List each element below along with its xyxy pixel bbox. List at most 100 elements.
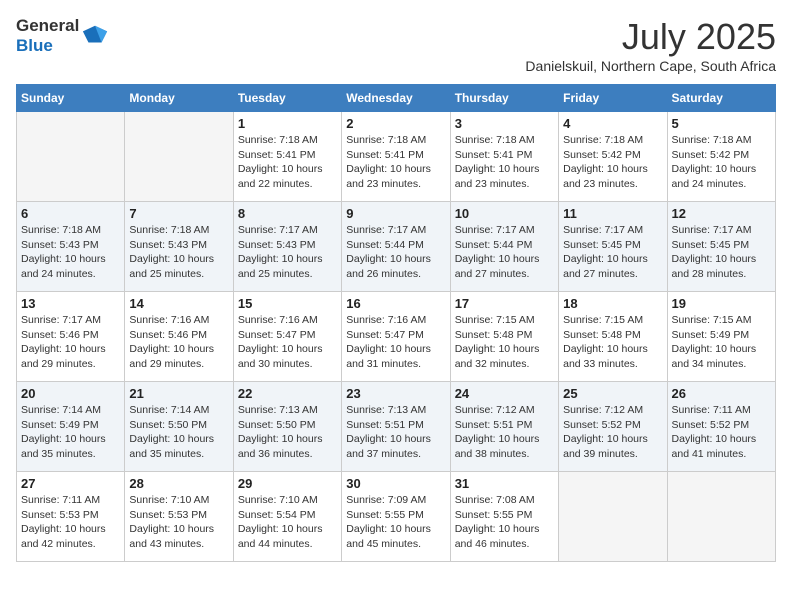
calendar-cell: 12 Sunrise: 7:17 AM Sunset: 5:45 PM Dayli… [667, 202, 775, 292]
title-block: July 2025 Danielskuil, Northern Cape, So… [525, 16, 776, 74]
calendar-cell: 25 Sunrise: 7:12 AM Sunset: 5:52 PM Dayli… [559, 382, 667, 472]
day-info: Sunrise: 7:18 AM Sunset: 5:42 PM Dayligh… [563, 133, 662, 192]
day-info: Sunrise: 7:16 AM Sunset: 5:46 PM Dayligh… [129, 313, 228, 372]
day-info: Sunrise: 7:15 AM Sunset: 5:48 PM Dayligh… [455, 313, 554, 372]
calendar-cell: 26 Sunrise: 7:11 AM Sunset: 5:52 PM Dayli… [667, 382, 775, 472]
day-info: Sunrise: 7:17 AM Sunset: 5:45 PM Dayligh… [672, 223, 771, 282]
day-info: Sunrise: 7:17 AM Sunset: 5:44 PM Dayligh… [455, 223, 554, 282]
calendar-cell [17, 112, 125, 202]
day-info: Sunrise: 7:10 AM Sunset: 5:53 PM Dayligh… [129, 493, 228, 552]
day-info: Sunrise: 7:17 AM Sunset: 5:45 PM Dayligh… [563, 223, 662, 282]
day-info: Sunrise: 7:18 AM Sunset: 5:41 PM Dayligh… [455, 133, 554, 192]
calendar-cell: 16 Sunrise: 7:16 AM Sunset: 5:47 PM Dayli… [342, 292, 450, 382]
calendar-week-row: 6 Sunrise: 7:18 AM Sunset: 5:43 PM Daylig… [17, 202, 776, 292]
day-number: 18 [563, 296, 662, 311]
logo-general: General [16, 16, 79, 36]
day-number: 13 [21, 296, 120, 311]
day-info: Sunrise: 7:14 AM Sunset: 5:49 PM Dayligh… [21, 403, 120, 462]
calendar-cell: 29Sunrise: 7:10 AM Sunset: 5:54 PM Dayli… [233, 472, 341, 562]
day-info: Sunrise: 7:13 AM Sunset: 5:50 PM Dayligh… [238, 403, 337, 462]
day-info: Sunrise: 7:15 AM Sunset: 5:48 PM Dayligh… [563, 313, 662, 372]
calendar-cell: 14 Sunrise: 7:16 AM Sunset: 5:46 PM Dayli… [125, 292, 233, 382]
calendar-cell: 15 Sunrise: 7:16 AM Sunset: 5:47 PM Dayli… [233, 292, 341, 382]
calendar-cell: 7 Sunrise: 7:18 AM Sunset: 5:43 PM Daylig… [125, 202, 233, 292]
calendar-table: SundayMondayTuesdayWednesdayThursdayFrid… [16, 84, 776, 562]
calendar-cell: 9 Sunrise: 7:17 AM Sunset: 5:44 PM Daylig… [342, 202, 450, 292]
calendar-day-header: Monday [125, 85, 233, 112]
day-number: 9 [346, 206, 445, 221]
day-number: 14 [129, 296, 228, 311]
day-info: Sunrise: 7:18 AM Sunset: 5:43 PM Dayligh… [129, 223, 228, 282]
day-number: 27 [21, 476, 120, 491]
day-number: 19 [672, 296, 771, 311]
day-number: 3 [455, 116, 554, 131]
calendar-day-header: Sunday [17, 85, 125, 112]
day-number: 21 [129, 386, 228, 401]
day-number: 7 [129, 206, 228, 221]
day-number: 23 [346, 386, 445, 401]
logo: General Blue [16, 16, 109, 56]
day-number: 26 [672, 386, 771, 401]
day-number: 16 [346, 296, 445, 311]
calendar-cell: 6 Sunrise: 7:18 AM Sunset: 5:43 PM Daylig… [17, 202, 125, 292]
day-number: 25 [563, 386, 662, 401]
calendar-cell: 3 Sunrise: 7:18 AM Sunset: 5:41 PM Daylig… [450, 112, 558, 202]
day-number: 11 [563, 206, 662, 221]
calendar-cell: 20 Sunrise: 7:14 AM Sunset: 5:49 PM Dayli… [17, 382, 125, 472]
calendar-cell: 5Sunrise: 7:18 AM Sunset: 5:42 PM Daylig… [667, 112, 775, 202]
calendar-day-header: Saturday [667, 85, 775, 112]
day-info: Sunrise: 7:09 AM Sunset: 5:55 PM Dayligh… [346, 493, 445, 552]
calendar-week-row: 20 Sunrise: 7:14 AM Sunset: 5:49 PM Dayli… [17, 382, 776, 472]
day-number: 28 [129, 476, 228, 491]
day-info: Sunrise: 7:18 AM Sunset: 5:41 PM Dayligh… [238, 133, 337, 192]
day-info: Sunrise: 7:15 AM Sunset: 5:49 PM Dayligh… [672, 313, 771, 372]
calendar-cell [667, 472, 775, 562]
calendar-day-header: Friday [559, 85, 667, 112]
logo-icon [81, 22, 109, 50]
calendar-cell: 4 Sunrise: 7:18 AM Sunset: 5:42 PM Daylig… [559, 112, 667, 202]
day-info: Sunrise: 7:12 AM Sunset: 5:51 PM Dayligh… [455, 403, 554, 462]
day-number: 20 [21, 386, 120, 401]
day-info: Sunrise: 7:11 AM Sunset: 5:52 PM Dayligh… [672, 403, 771, 462]
calendar-week-row: 1 Sunrise: 7:18 AM Sunset: 5:41 PM Daylig… [17, 112, 776, 202]
month-title: July 2025 [525, 16, 776, 58]
day-info: Sunrise: 7:18 AM Sunset: 5:43 PM Dayligh… [21, 223, 120, 282]
calendar-cell: 28 Sunrise: 7:10 AM Sunset: 5:53 PM Dayli… [125, 472, 233, 562]
day-number: 1 [238, 116, 337, 131]
day-number: 5 [672, 116, 771, 131]
calendar-week-row: 13 Sunrise: 7:17 AM Sunset: 5:46 PM Dayli… [17, 292, 776, 382]
day-info: Sunrise: 7:16 AM Sunset: 5:47 PM Dayligh… [238, 313, 337, 372]
calendar-cell: 22 Sunrise: 7:13 AM Sunset: 5:50 PM Dayli… [233, 382, 341, 472]
calendar-cell: 17Sunrise: 7:15 AM Sunset: 5:48 PM Dayli… [450, 292, 558, 382]
day-number: 4 [563, 116, 662, 131]
day-info: Sunrise: 7:12 AM Sunset: 5:52 PM Dayligh… [563, 403, 662, 462]
day-number: 12 [672, 206, 771, 221]
calendar-cell [125, 112, 233, 202]
calendar-cell: 27Sunrise: 7:11 AM Sunset: 5:53 PM Dayli… [17, 472, 125, 562]
calendar-cell: 23Sunrise: 7:13 AM Sunset: 5:51 PM Dayli… [342, 382, 450, 472]
day-info: Sunrise: 7:18 AM Sunset: 5:41 PM Dayligh… [346, 133, 445, 192]
day-info: Sunrise: 7:17 AM Sunset: 5:46 PM Dayligh… [21, 313, 120, 372]
day-number: 31 [455, 476, 554, 491]
day-number: 6 [21, 206, 120, 221]
day-number: 8 [238, 206, 337, 221]
day-number: 24 [455, 386, 554, 401]
calendar-day-header: Wednesday [342, 85, 450, 112]
calendar-cell: 30 Sunrise: 7:09 AM Sunset: 5:55 PM Dayli… [342, 472, 450, 562]
day-info: Sunrise: 7:17 AM Sunset: 5:44 PM Dayligh… [346, 223, 445, 282]
calendar-cell: 1 Sunrise: 7:18 AM Sunset: 5:41 PM Daylig… [233, 112, 341, 202]
calendar-cell: 10Sunrise: 7:17 AM Sunset: 5:44 PM Dayli… [450, 202, 558, 292]
day-info: Sunrise: 7:16 AM Sunset: 5:47 PM Dayligh… [346, 313, 445, 372]
calendar-header-row: SundayMondayTuesdayWednesdayThursdayFrid… [17, 85, 776, 112]
day-number: 30 [346, 476, 445, 491]
calendar-cell: 11 Sunrise: 7:17 AM Sunset: 5:45 PM Dayli… [559, 202, 667, 292]
calendar-cell: 18 Sunrise: 7:15 AM Sunset: 5:48 PM Dayli… [559, 292, 667, 382]
calendar-cell: 8 Sunrise: 7:17 AM Sunset: 5:43 PM Daylig… [233, 202, 341, 292]
day-number: 15 [238, 296, 337, 311]
calendar-day-header: Thursday [450, 85, 558, 112]
day-number: 2 [346, 116, 445, 131]
day-number: 22 [238, 386, 337, 401]
day-info: Sunrise: 7:17 AM Sunset: 5:43 PM Dayligh… [238, 223, 337, 282]
logo-blue: Blue [16, 36, 79, 56]
calendar-cell: 31Sunrise: 7:08 AM Sunset: 5:55 PM Dayli… [450, 472, 558, 562]
